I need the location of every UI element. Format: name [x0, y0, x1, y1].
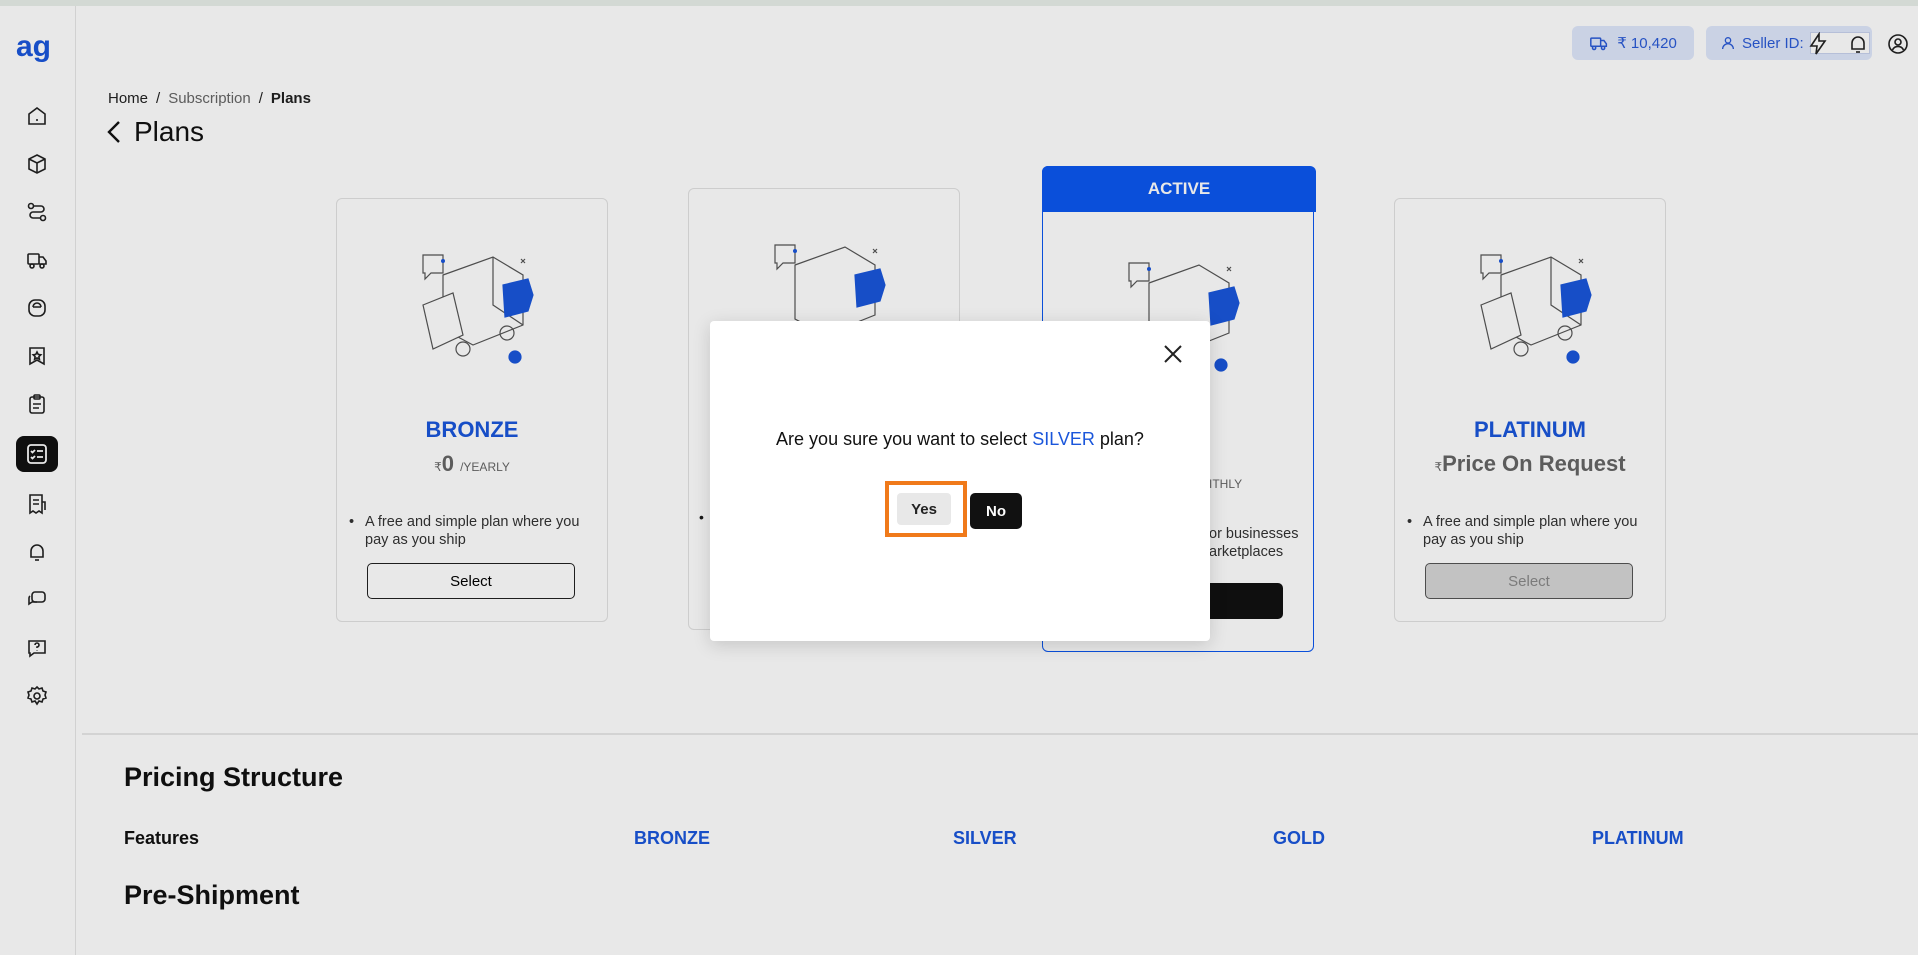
close-icon[interactable] [1162, 343, 1184, 365]
yes-button[interactable]: Yes [897, 493, 951, 525]
no-button[interactable]: No [970, 493, 1022, 529]
confirm-message-suffix: plan? [1094, 429, 1144, 449]
yes-button-highlight: Yes [885, 481, 967, 537]
confirm-plan-dialog: Are you sure you want to select SILVER p… [710, 321, 1210, 641]
confirm-message: Are you sure you want to select SILVER p… [710, 429, 1210, 450]
confirm-message-prefix: Are you sure you want to select [776, 429, 1033, 449]
confirm-plan-name: SILVER [1032, 429, 1095, 449]
